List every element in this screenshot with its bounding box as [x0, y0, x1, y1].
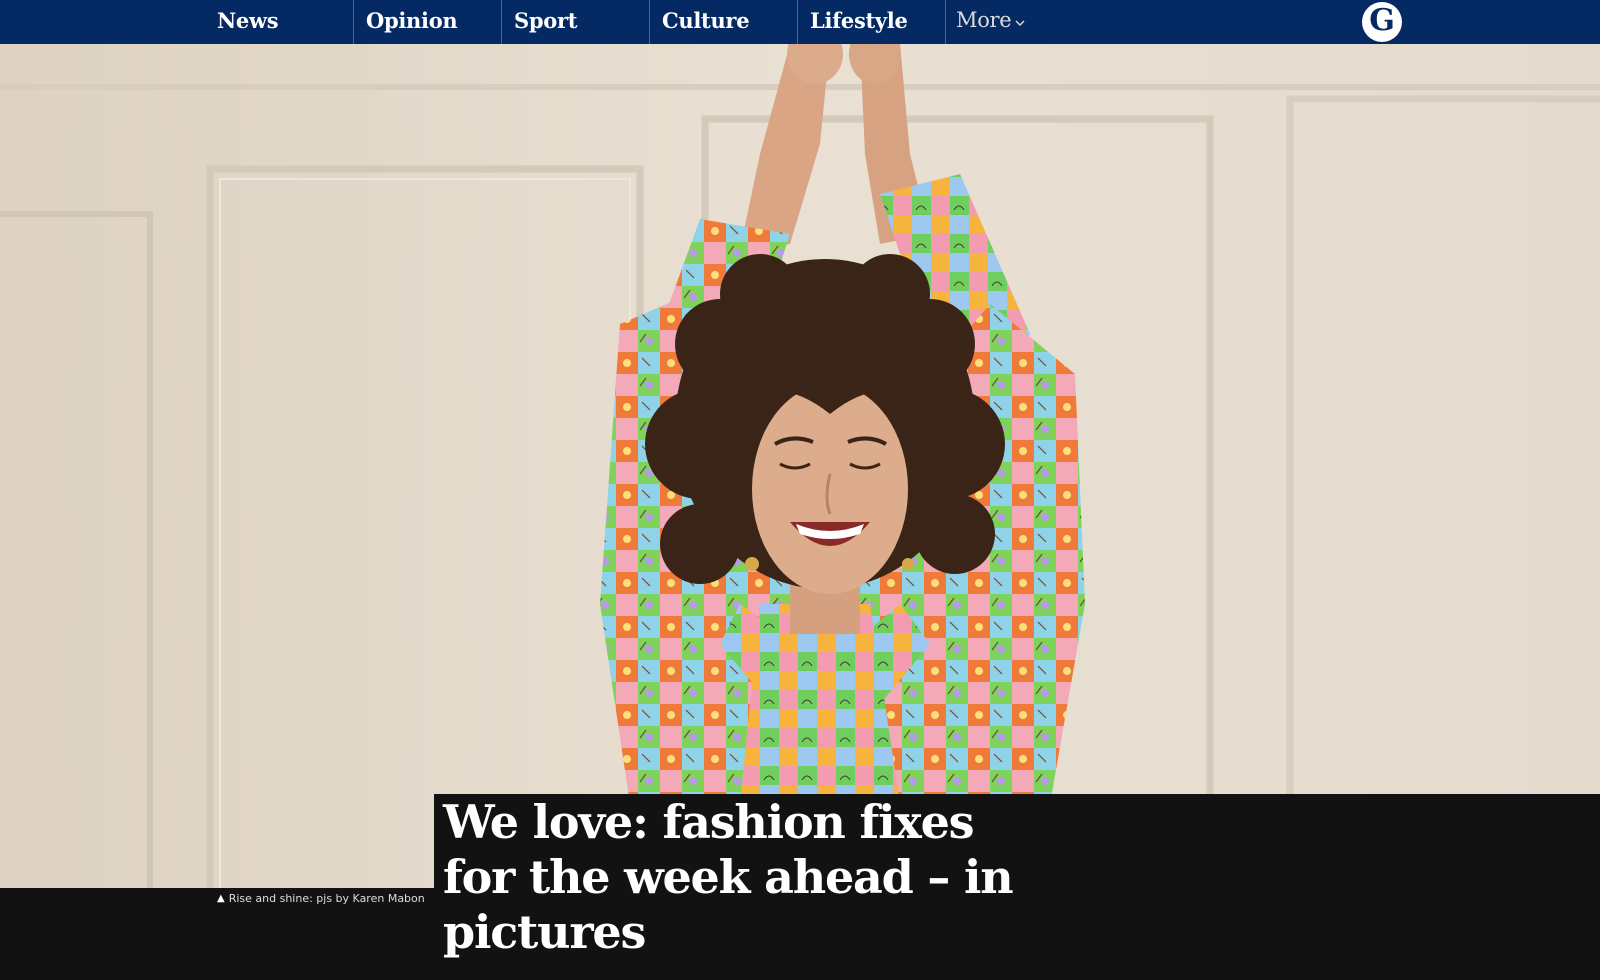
nav-more-label: More — [956, 8, 1012, 32]
nav-item-sport[interactable]: Sport — [501, 0, 649, 44]
hero-image — [0, 44, 1600, 888]
logo-glyph: G — [1369, 3, 1395, 38]
nav-item-lifestyle[interactable]: Lifestyle — [797, 0, 945, 44]
chevron-down-icon — [1015, 20, 1025, 26]
image-caption: ▲ Rise and shine: pjs by Karen Mabon — [217, 892, 425, 905]
nav-item-opinion[interactable]: Opinion — [353, 0, 501, 44]
caption-text: Rise and shine: pjs by Karen Mabon — [228, 892, 425, 905]
nav-more-button[interactable]: More — [945, 0, 1065, 44]
nav-item-culture[interactable]: Culture — [649, 0, 797, 44]
triangle-up-icon: ▲ — [217, 893, 225, 904]
top-navigation: News Opinion Sport Culture Lifestyle Mor… — [0, 0, 1600, 44]
nav-pillars: News Opinion Sport Culture Lifestyle Mor… — [205, 0, 1065, 44]
hero-photo — [0, 44, 1600, 888]
article-headline: We love: fashion fixes for the week ahea… — [443, 795, 1014, 959]
nav-item-news[interactable]: News — [205, 0, 353, 44]
guardian-logo[interactable]: G — [1362, 2, 1402, 42]
